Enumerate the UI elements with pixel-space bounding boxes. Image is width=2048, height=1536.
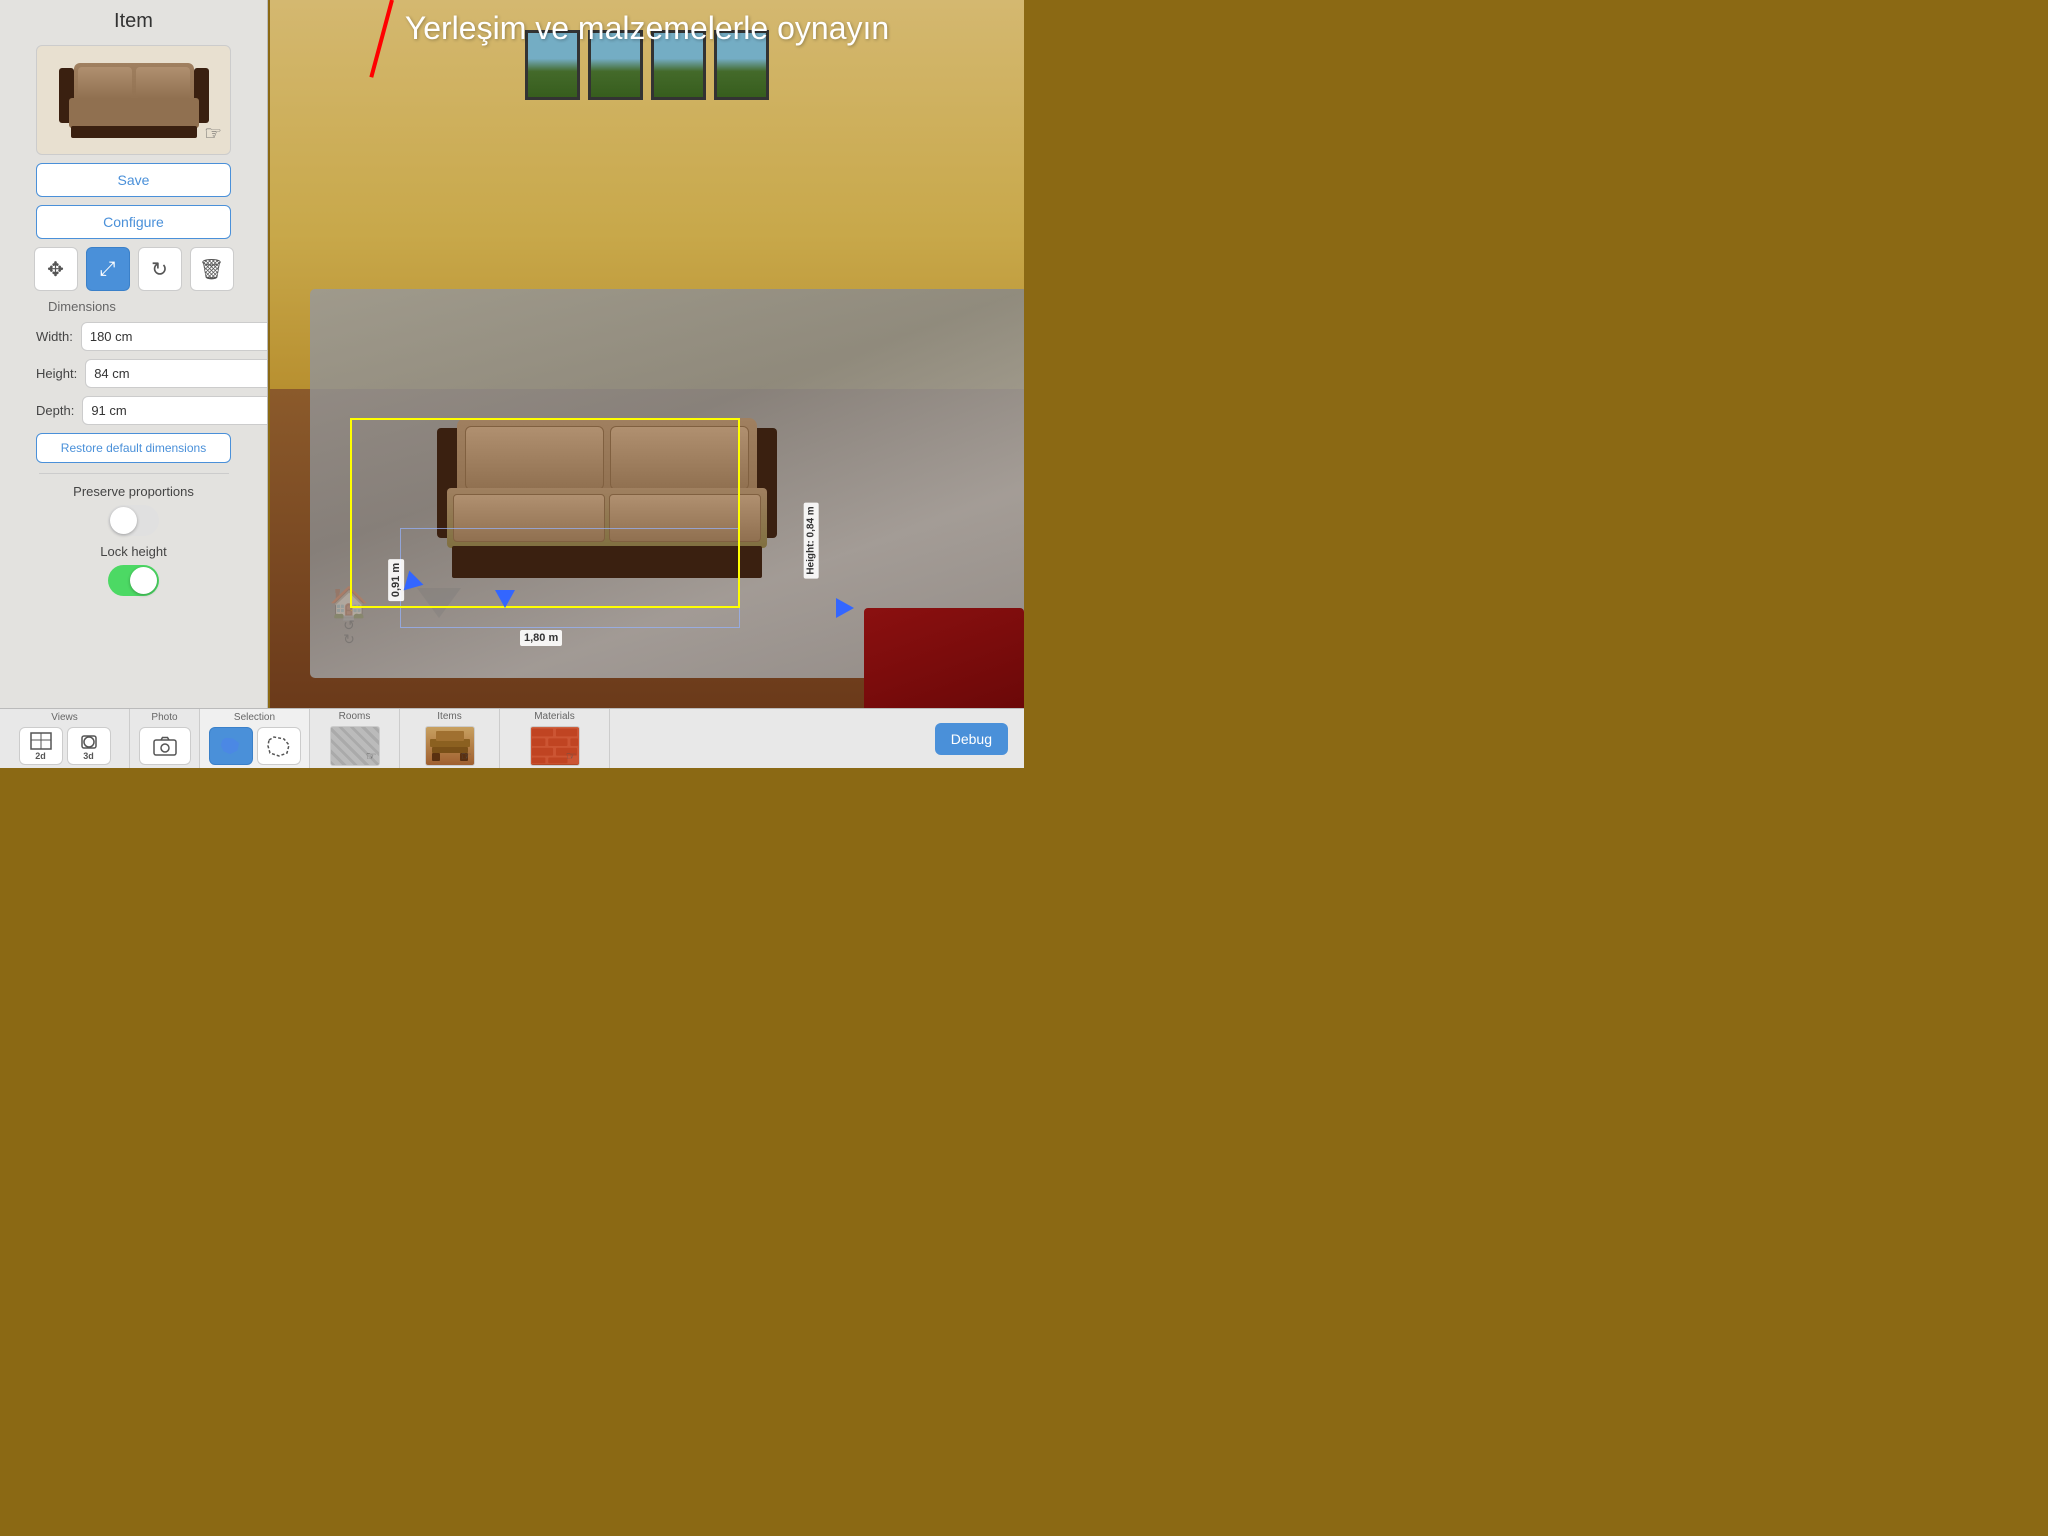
width-row: Width: <box>36 322 231 351</box>
delete-tool-button[interactable]: 🗑 <box>190 247 234 291</box>
selection-icons-row <box>209 727 301 765</box>
tool-toolbar: ✥ ⤢ ↻ 🗑 <box>34 247 234 291</box>
items-section: Items ☞ <box>400 709 500 768</box>
rooms-label: Rooms <box>339 711 371 722</box>
camera-view-icon <box>78 732 100 750</box>
photo-section: Photo <box>130 709 200 768</box>
rotate-tool-button[interactable]: ↻ <box>138 247 182 291</box>
width-label: Width: <box>36 329 73 344</box>
photo-button[interactable] <box>139 727 191 765</box>
scale-tool-button[interactable]: ⤢ <box>86 247 130 291</box>
materials-section: Materials ☞ <box>500 709 610 768</box>
floor-plan-icon <box>30 732 52 750</box>
preserve-toggle-thumb <box>110 507 137 534</box>
preview-cushion-right <box>136 67 190 99</box>
height-label: Height: <box>36 366 77 381</box>
sofa-back <box>457 418 757 498</box>
view-camera-button[interactable]: 3d <box>67 727 111 765</box>
preview-cushion-left <box>78 67 132 99</box>
preview-sofa <box>59 63 209 138</box>
selection-section: Selection <box>200 709 310 768</box>
scene-title: Yerleşim ve malzemelerle oynayın <box>405 10 889 47</box>
item-preview-image[interactable]: ☞ <box>36 45 231 155</box>
lock-height-toggle[interactable] <box>108 565 159 596</box>
depth-input[interactable] <box>82 396 268 425</box>
materials-thumbnail[interactable]: ☞ <box>530 726 580 766</box>
photo-camera-icon <box>152 735 178 757</box>
dimension-width-label: 1,80 m <box>520 630 562 646</box>
views-icons-row: 2d 3d <box>19 727 111 765</box>
preserve-proportions-row: Preserve proportions <box>36 484 231 536</box>
bottom-toolbar: Views 2d 3d Photo <box>0 708 1024 768</box>
items-thumbnail[interactable]: ☞ <box>425 726 475 766</box>
preserve-proportions-label: Preserve proportions <box>73 484 194 499</box>
height-row: Height: <box>36 359 231 388</box>
view-2d-button[interactable]: 2d <box>19 727 63 765</box>
3d-scene[interactable]: Yerleşim ve malzemelerle oynayın <box>270 0 1024 708</box>
restore-default-button[interactable]: Restore default dimensions <box>36 433 231 463</box>
depth-label: Depth: <box>36 403 74 418</box>
item-panel: Item ☞ Save Configure ✥ ⤢ ↻ 🗑 Dimensions… <box>0 0 268 708</box>
width-input[interactable] <box>81 322 268 351</box>
selection-rectangle-button[interactable] <box>257 727 301 765</box>
debug-button[interactable]: Debug <box>935 723 1008 755</box>
views-section: Views 2d 3d <box>0 709 130 768</box>
lock-height-row: Lock height <box>36 544 231 596</box>
materials-label: Materials <box>534 711 575 722</box>
rooms-section: Rooms ☞ <box>310 709 400 768</box>
items-label: Items <box>437 711 461 722</box>
configure-button[interactable]: Configure <box>36 205 231 239</box>
2d-label: 2d <box>35 751 46 761</box>
preview-base <box>71 126 197 138</box>
dimensions-section-label: Dimensions <box>48 299 116 314</box>
scale-arrow-depth-far <box>495 590 515 608</box>
preview-seat <box>69 98 199 128</box>
rooms-thumbnail[interactable]: ☞ <box>330 726 380 766</box>
divider-1 <box>39 473 229 474</box>
debug-section: Debug <box>919 709 1024 768</box>
move-tool-button[interactable]: ✥ <box>34 247 78 291</box>
cursor-icon: ☞ <box>204 121 222 146</box>
lock-height-label: Lock height <box>100 544 167 559</box>
preserve-proportions-toggle[interactable] <box>108 505 159 536</box>
views-label: Views <box>51 712 78 723</box>
height-input[interactable] <box>85 359 268 388</box>
save-button[interactable]: Save <box>36 163 231 197</box>
3d-label: 3d <box>83 751 94 761</box>
freeform-select-icon <box>218 735 244 757</box>
measurement-box <box>400 528 740 628</box>
red-coffee-table <box>864 608 1024 708</box>
lock-toggle-thumb <box>130 567 157 594</box>
dimension-height-label: Height: 0,84 m <box>803 502 818 578</box>
preview-sofa-back <box>74 63 194 103</box>
rect-select-icon <box>266 735 292 757</box>
selection-label: Selection <box>234 712 275 723</box>
selection-freeform-button[interactable] <box>209 727 253 765</box>
scale-arrow-width-right <box>836 598 854 618</box>
photo-label: Photo <box>151 712 177 723</box>
sofa-cushion-back-right <box>610 426 749 490</box>
sofa-cushion-back-left <box>465 426 604 490</box>
depth-row: Depth: <box>36 396 231 425</box>
panel-title: Item <box>114 10 153 33</box>
